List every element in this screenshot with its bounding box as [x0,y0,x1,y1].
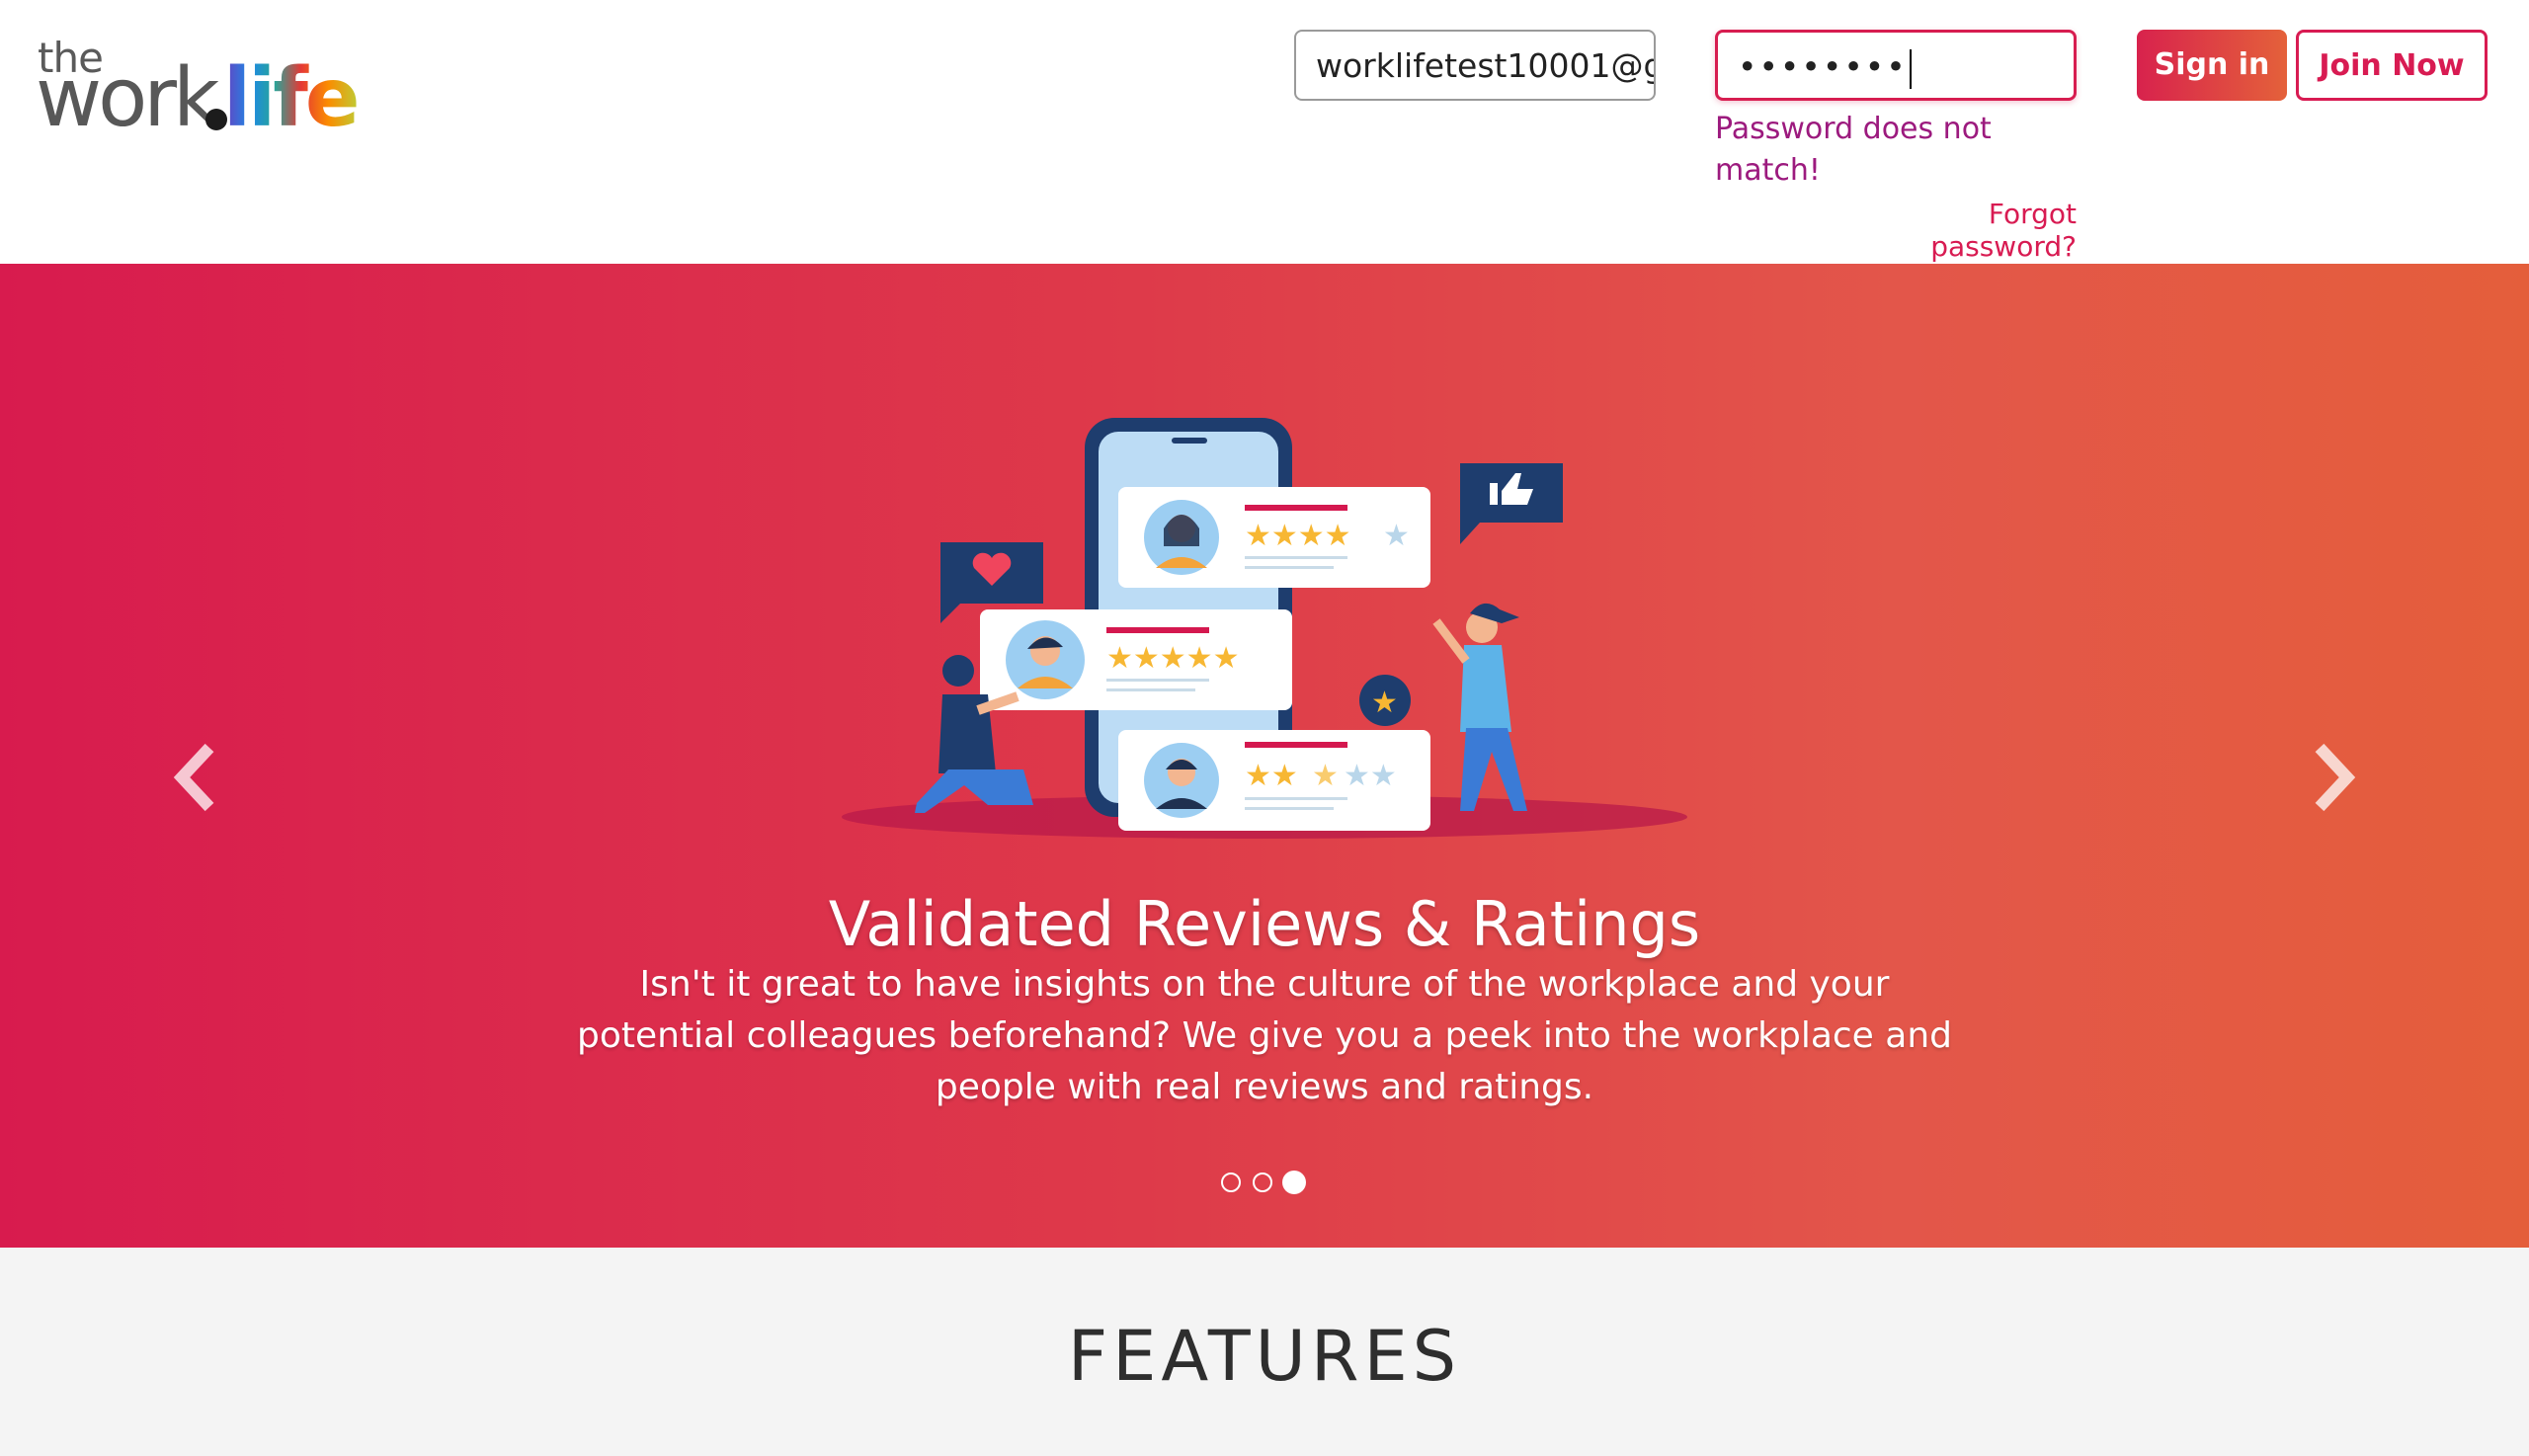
carousel-indicators [1215,1171,1314,1202]
carousel-dot-3-active[interactable] [1282,1171,1306,1194]
chevron-left-icon [173,743,214,812]
svg-text:★: ★ [1383,519,1410,553]
sign-in-button[interactable]: Sign in [2137,30,2287,101]
email-value: worklifetest10001@g [1316,46,1656,85]
carousel-next-button[interactable] [2302,738,2361,817]
star-badge-icon: ★ [1359,675,1411,726]
review-card-3: ★★ ★ ★★ [1118,730,1430,831]
logo-work: work [36,51,219,145]
review-card-2: ★★★★★ [980,609,1292,710]
text-caret [1909,48,1912,89]
svg-text:★: ★ [1312,759,1339,793]
email-field[interactable]: worklifetest10001@g [1294,30,1656,101]
join-now-button[interactable]: Join Now [2296,30,2488,101]
theworklife-logo[interactable]: the work life [36,30,361,145]
thumbs-up-bubble-icon [1460,463,1563,544]
reviews-illustration: ★★★★ ★ ★★★★★ ★★ ★ ★★ ★ [842,418,1687,839]
password-value: •••••••• [1738,47,1908,86]
person-standing [1432,603,1527,811]
slide-title: Validated Reviews & Ratings [828,888,1701,960]
review-card-1: ★★★★ ★ [1118,487,1430,588]
logo-life: life [223,51,361,145]
carousel-prev-button[interactable] [168,738,227,817]
svg-text:★: ★ [1371,686,1398,720]
carousel-dot-2[interactable] [1253,1173,1272,1192]
svg-text:★★★★★: ★★★★★ [1106,641,1239,676]
svg-text:★★: ★★ [1344,759,1397,793]
chevron-right-icon [2315,743,2356,812]
forgot-password-link[interactable]: Forgot password? [1837,198,2077,263]
top-header: the work life worklifetest10001@g ••••••… [0,0,2529,264]
password-error-message: Password does not match! [1715,112,1992,188]
svg-text:★★: ★★ [1245,759,1298,793]
password-field[interactable]: •••••••• [1715,30,2077,101]
hero-carousel: ★★★★ ★ ★★★★★ ★★ ★ ★★ ★ Validated Reviews… [0,264,2529,1248]
features-heading: FEATURES [1067,1316,1462,1397]
svg-text:★★★★: ★★★★ [1245,519,1351,553]
slide-description: Isn't it great to have insights on the c… [576,964,1952,1107]
carousel-dot-1[interactable] [1221,1173,1241,1192]
